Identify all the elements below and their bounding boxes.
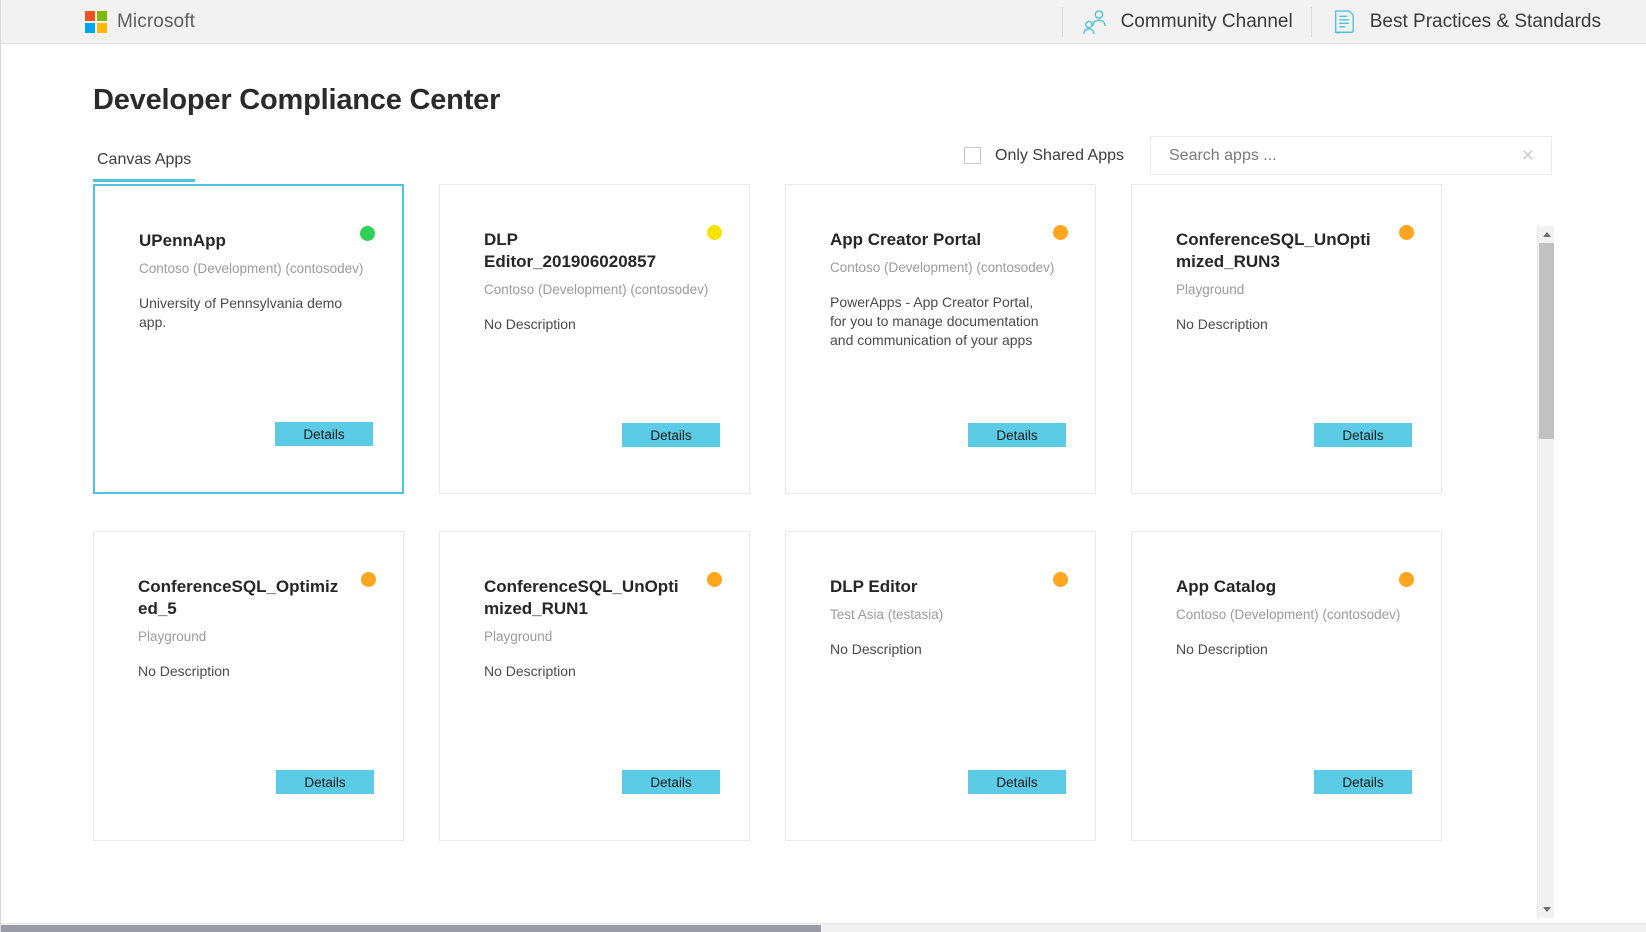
nav-item-label: Community Channel bbox=[1121, 11, 1293, 33]
tab-label: Canvas Apps bbox=[97, 151, 191, 168]
status-orange bbox=[1053, 572, 1068, 587]
app-card-environment: Playground bbox=[484, 629, 721, 644]
tab-bar: Canvas Apps bbox=[93, 151, 195, 182]
microsoft-logo-icon bbox=[85, 11, 107, 33]
app-card[interactable]: ConferenceSQL_UnOptimized_RUN3 Playground… bbox=[1131, 184, 1442, 494]
app-card-description: No Description bbox=[1176, 640, 1413, 659]
app-card-title: App Catalog bbox=[1176, 576, 1413, 598]
only-shared-apps-checkbox-row[interactable]: Only Shared Apps bbox=[964, 147, 1124, 165]
app-card-description: No Description bbox=[484, 315, 721, 334]
people-icon bbox=[1081, 8, 1109, 36]
app-card-description: PowerApps - App Creator Portal, for you … bbox=[830, 293, 1067, 350]
app-card-environment: Test Asia (testasia) bbox=[830, 607, 1067, 622]
app-card[interactable]: ConferenceSQL_Optimized_5 Playground No De… bbox=[93, 531, 404, 841]
status-orange bbox=[1399, 225, 1414, 240]
app-card-environment: Contoso (Development) (contosodev) bbox=[1176, 607, 1413, 622]
status-orange bbox=[707, 572, 722, 587]
app-card-details-button[interactable]: Details bbox=[1314, 423, 1412, 447]
app-card-title: ConferenceSQL_UnOptimized_RUN1 bbox=[484, 576, 721, 620]
document-icon bbox=[1330, 8, 1358, 36]
app-card-environment: Contoso (Development) (contosodev) bbox=[484, 282, 721, 297]
top-navigation-bar: Microsoft Community Channel bbox=[1, 0, 1646, 44]
app-card-environment: Playground bbox=[1176, 282, 1413, 297]
page-horizontal-scrollbar[interactable] bbox=[1, 923, 1646, 932]
app-card-details-button[interactable]: Details bbox=[968, 770, 1066, 794]
app-root: Microsoft Community Channel bbox=[0, 0, 1646, 932]
status-orange bbox=[1399, 572, 1414, 587]
scroll-up-arrow-icon[interactable] bbox=[1538, 226, 1555, 243]
apps-grid: UPennApp Contoso (Development) (contosode… bbox=[93, 183, 1532, 841]
app-card-environment: Contoso (Development) (contosodev) bbox=[139, 261, 374, 276]
app-card-environment: Contoso (Development) (contosodev) bbox=[830, 260, 1067, 275]
microsoft-brand[interactable]: Microsoft bbox=[85, 11, 195, 33]
app-card[interactable]: ConferenceSQL_UnOptimized_RUN1 Playground… bbox=[439, 531, 750, 841]
only-shared-apps-checkbox[interactable] bbox=[964, 147, 981, 164]
apps-grid-viewport: UPennApp Contoso (Development) (contosode… bbox=[93, 183, 1532, 918]
app-card-title: DLP Editor bbox=[830, 576, 1067, 598]
app-card-details-button[interactable]: Details bbox=[275, 422, 373, 446]
app-card[interactable]: UPennApp Contoso (Development) (contosode… bbox=[93, 184, 404, 494]
filter-bar: Only Shared Apps ✕ bbox=[964, 136, 1552, 175]
tab-canvas-apps[interactable]: Canvas Apps bbox=[93, 151, 195, 182]
app-card-title: ConferenceSQL_UnOptimized_RUN3 bbox=[1176, 229, 1413, 273]
app-card-details-button[interactable]: Details bbox=[1314, 770, 1412, 794]
status-yellow bbox=[707, 225, 722, 240]
nav-item-community-channel[interactable]: Community Channel bbox=[1063, 0, 1311, 44]
horizontal-scrollbar-thumb[interactable] bbox=[1, 925, 821, 932]
app-card[interactable]: App Catalog Contoso (Development) (contos… bbox=[1131, 531, 1442, 841]
app-card-description: No Description bbox=[138, 662, 375, 681]
app-card-description: No Description bbox=[484, 662, 721, 681]
clear-search-icon[interactable]: ✕ bbox=[1515, 147, 1541, 164]
nav-item-label: Best Practices & Standards bbox=[1370, 11, 1601, 33]
app-card-environment: Playground bbox=[138, 629, 375, 644]
top-nav-items: Community Channel Best Practices & Stand… bbox=[1062, 0, 1646, 44]
scrollbar-thumb[interactable] bbox=[1539, 243, 1554, 439]
app-card[interactable]: DLP Editor_201906020857 Contoso (Developm… bbox=[439, 184, 750, 494]
app-card[interactable]: DLP Editor Test Asia (testasia) No Descrip… bbox=[785, 531, 1096, 841]
app-card-details-button[interactable]: Details bbox=[622, 423, 720, 447]
app-card-details-button[interactable]: Details bbox=[968, 423, 1066, 447]
app-card-title: App Creator Portal bbox=[830, 229, 1067, 251]
brand-label: Microsoft bbox=[117, 11, 195, 33]
page-title: Developer Compliance Center bbox=[93, 84, 500, 117]
app-card-title: DLP Editor_201906020857 bbox=[484, 229, 721, 273]
app-card-description: University of Pennsylvania demo app. bbox=[139, 294, 374, 332]
app-card-details-button[interactable]: Details bbox=[622, 770, 720, 794]
status-orange bbox=[1053, 225, 1068, 240]
status-orange bbox=[361, 572, 376, 587]
apps-vertical-scrollbar[interactable] bbox=[1537, 226, 1554, 918]
scroll-down-arrow-icon[interactable] bbox=[1538, 901, 1555, 918]
only-shared-apps-label: Only Shared Apps bbox=[995, 147, 1124, 165]
status-green bbox=[360, 226, 375, 241]
app-card-description: No Description bbox=[830, 640, 1067, 659]
page-body: Developer Compliance Center Canvas Apps … bbox=[1, 44, 1646, 932]
app-card-description: No Description bbox=[1176, 315, 1413, 334]
nav-item-best-practices[interactable]: Best Practices & Standards bbox=[1312, 0, 1619, 44]
app-card-title: UPennApp bbox=[139, 230, 374, 252]
search-input[interactable] bbox=[1169, 147, 1515, 165]
search-apps-box[interactable]: ✕ bbox=[1150, 136, 1552, 175]
app-card-details-button[interactable]: Details bbox=[276, 770, 374, 794]
app-card[interactable]: App Creator Portal Contoso (Development) … bbox=[785, 184, 1096, 494]
app-card-title: ConferenceSQL_Optimized_5 bbox=[138, 576, 375, 620]
